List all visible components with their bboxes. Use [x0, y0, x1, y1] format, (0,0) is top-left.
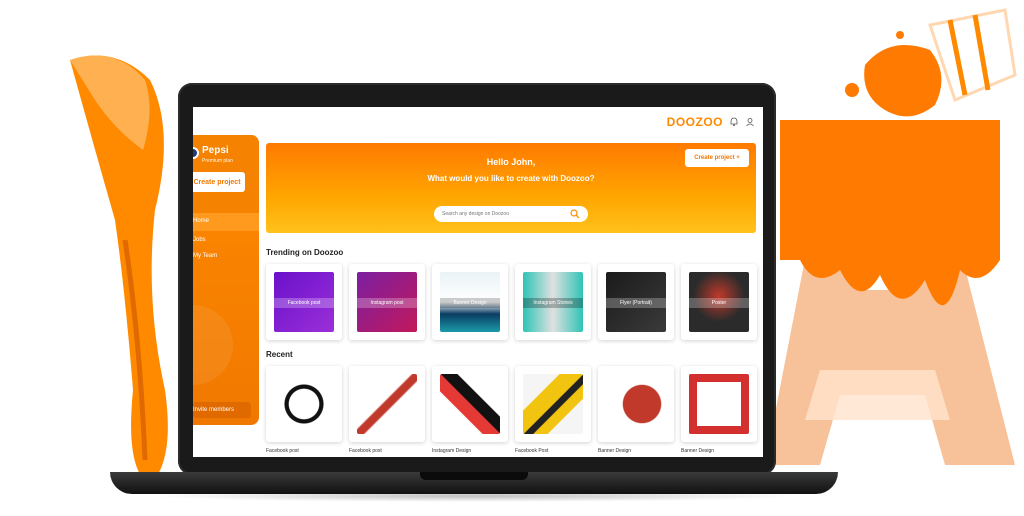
- recent-caption: Banner Design: [598, 448, 632, 454]
- trending-card[interactable]: Banner Design: [432, 264, 508, 340]
- avatar[interactable]: [193, 147, 199, 159]
- recent-caption: Instagram Design: [432, 448, 472, 454]
- recent-title: Recent: [266, 350, 293, 359]
- recent-card[interactable]: [598, 366, 674, 442]
- paint-tube-illustration: [845, 8, 1017, 138]
- recent-caption: Facebook Post: [515, 448, 549, 454]
- hero-question: What would you like to create with Doozo…: [427, 174, 595, 183]
- card-thumbnail: Banner Design: [440, 272, 500, 332]
- decorative-letter-a: [765, 120, 1015, 465]
- card-label: Facebook post: [274, 298, 334, 308]
- card-thumbnail: Poster: [689, 272, 749, 332]
- search-icon[interactable]: [570, 209, 580, 219]
- recent-caption: Facebook post: [349, 448, 382, 454]
- card-label: Flyer (Portrait): [606, 298, 666, 308]
- user-icon[interactable]: [745, 117, 755, 127]
- card-label: Banner Design: [440, 298, 500, 308]
- recent-caption: Banner Design: [681, 448, 715, 454]
- sidebar-item-home[interactable]: Home: [193, 213, 259, 231]
- card-thumbnail: Flyer (Portrait): [606, 272, 666, 332]
- sidebar-decoration: [193, 305, 233, 385]
- laptop-notch: [420, 472, 528, 480]
- trending-title: Trending on Doozoo: [266, 248, 344, 257]
- trending-card[interactable]: Flyer (Portrait): [598, 264, 674, 340]
- app-screen: DOOZOO Pepsi Premium plan Create project…: [193, 107, 763, 457]
- trending-card[interactable]: Instagram post: [349, 264, 425, 340]
- card-thumbnail: Facebook post: [274, 272, 334, 332]
- recent-card[interactable]: [432, 366, 508, 442]
- recent-card[interactable]: [266, 366, 342, 442]
- card-thumbnail: Instagram post: [357, 272, 417, 332]
- card-thumbnail: [440, 374, 500, 434]
- card-label: Poster: [689, 298, 749, 308]
- card-label: Instagram post: [357, 298, 417, 308]
- card-thumbnail: [357, 374, 417, 434]
- sidebar-create-project-button[interactable]: Create project: [193, 172, 245, 192]
- trending-row: Facebook post Instagram post Banner Desi…: [266, 264, 757, 340]
- card-thumbnail: [606, 374, 666, 434]
- recent-card[interactable]: [515, 366, 591, 442]
- sidebar-item-jobs[interactable]: Jobs: [193, 237, 206, 243]
- card-thumbnail: [689, 374, 749, 434]
- sidebar: Pepsi Premium plan Create project Home J…: [193, 135, 259, 425]
- plan-label: Premium plan: [202, 158, 233, 164]
- recent-row: Facebook post Facebook post Instagram De…: [266, 366, 757, 454]
- card-thumbnail: [274, 374, 334, 434]
- create-project-button[interactable]: Create project +: [685, 149, 749, 167]
- bell-icon[interactable]: [729, 117, 739, 127]
- card-thumbnail: [523, 374, 583, 434]
- trending-card[interactable]: Poster: [681, 264, 757, 340]
- hero-greeting: Hello John,: [486, 157, 536, 167]
- brand-logo[interactable]: DOOZOO: [667, 115, 723, 129]
- recent-card[interactable]: [681, 366, 757, 442]
- user-name: Pepsi: [202, 145, 229, 156]
- trending-card[interactable]: Facebook post: [266, 264, 342, 340]
- search-input[interactable]: [434, 206, 588, 222]
- card-thumbnail: Instagram Stories: [523, 272, 583, 332]
- hero-banner: Hello John, What would you like to creat…: [266, 143, 756, 233]
- invite-members-button[interactable]: Invite members: [193, 402, 251, 418]
- card-label: Instagram Stories: [523, 298, 583, 308]
- sidebar-profile: Pepsi Premium plan Create project: [193, 135, 259, 213]
- top-bar: DOOZOO: [193, 107, 763, 137]
- trending-card[interactable]: Instagram Stories: [515, 264, 591, 340]
- sidebar-item-my-team[interactable]: My Team: [193, 253, 217, 259]
- paint-brush-illustration: [70, 55, 168, 485]
- recent-caption: Facebook post: [266, 448, 299, 454]
- recent-card[interactable]: [349, 366, 425, 442]
